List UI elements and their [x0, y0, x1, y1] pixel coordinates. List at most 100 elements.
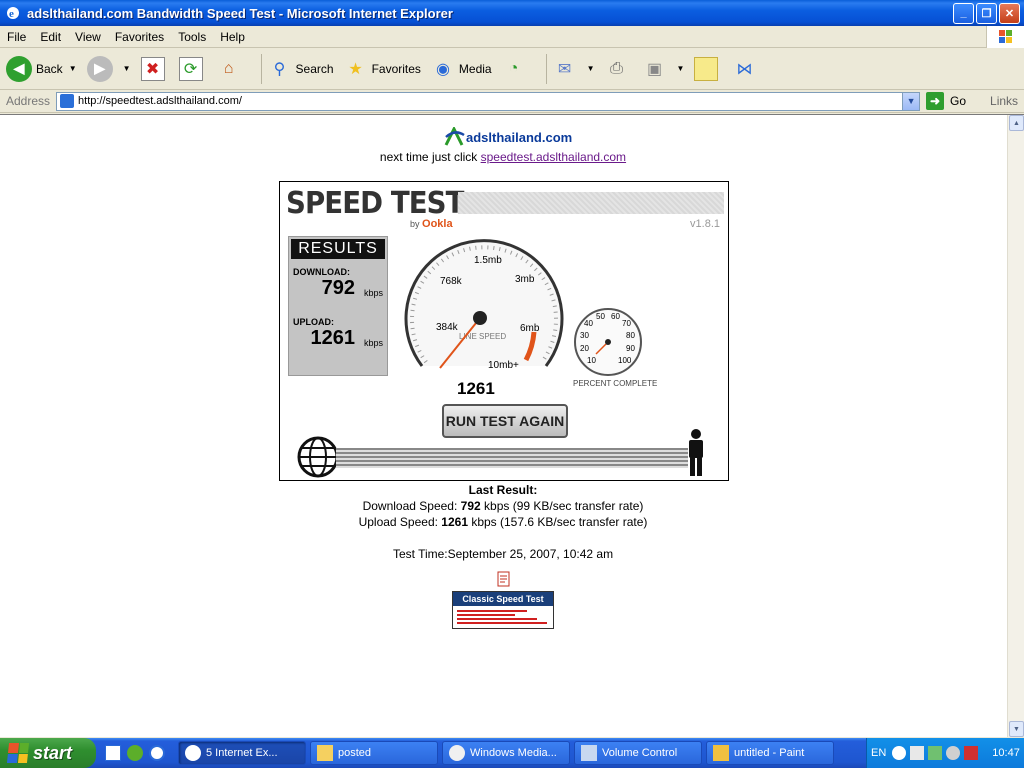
upload-speed-suffix: kbps (157.6 KB/sec transfer rate)	[468, 515, 648, 529]
links-button[interactable]: Links	[990, 94, 1018, 108]
browser-viewport: adslthailand.com next time just click sp…	[0, 114, 1024, 737]
page-icon	[60, 94, 75, 108]
tray-expand-icon[interactable]	[892, 746, 907, 760]
gauge-label-384k: 384k	[436, 322, 459, 333]
standard-toolbar: ◀ Back ▼ ▶ ▼ ✖ ⟳ ⌂ ⚲ Search ★ Favorites …	[0, 48, 1024, 90]
stop-button[interactable]: ✖	[140, 56, 169, 81]
menu-help[interactable]: Help	[213, 30, 252, 44]
back-dropdown-icon[interactable]: ▼	[69, 64, 77, 73]
taskbar-item-volume-control[interactable]: Volume Control	[574, 741, 702, 765]
vertical-scrollbar[interactable]: ▲ ▼	[1007, 115, 1024, 737]
version-label: v1.8.1	[690, 218, 720, 230]
go-arrow-icon: ➜	[926, 92, 945, 110]
home-button[interactable]: ⌂	[217, 57, 245, 81]
edit-button[interactable]: ▣ ▼	[643, 57, 685, 81]
maximize-button[interactable]: ❐	[976, 2, 997, 24]
percent-label-50: 50	[596, 312, 605, 321]
scroll-down-icon[interactable]: ▼	[1009, 721, 1024, 737]
gauge-label-6mb: 6mb	[520, 323, 540, 334]
classic-speed-test-label: Classic Speed Test	[453, 592, 553, 606]
taskbar-item-paint[interactable]: untitled - Paint	[706, 741, 834, 765]
file-icon[interactable]	[496, 571, 512, 587]
adsl-logo-icon	[444, 127, 465, 146]
percent-label-20: 20	[580, 344, 589, 353]
forward-dropdown-icon[interactable]: ▼	[123, 64, 131, 73]
address-bar: Address http://speedtest.adslthailand.co…	[0, 90, 1024, 113]
clock[interactable]: 10:47	[992, 747, 1020, 759]
history-icon: ◔	[508, 59, 519, 77]
edit-dropdown-icon[interactable]: ▼	[677, 64, 685, 73]
address-label: Address	[6, 94, 51, 108]
address-dropdown-icon[interactable]: ▼	[902, 92, 920, 110]
task-label: Windows Media...	[470, 747, 557, 759]
messenger-button[interactable]: ⋈	[732, 57, 760, 81]
menu-file[interactable]: File	[0, 30, 33, 44]
gauge-reading: 1261	[457, 379, 495, 398]
tray-speaker-icon[interactable]	[946, 746, 961, 760]
mail-dropdown-icon[interactable]: ▼	[587, 64, 595, 73]
media-button[interactable]: ◉ Media	[431, 57, 492, 81]
history-button[interactable]: ◔	[502, 57, 530, 81]
refresh-button[interactable]: ⟳	[178, 56, 207, 81]
taskbar-item-internet-explorer[interactable]: 5 Internet Ex...	[178, 741, 306, 765]
upload-speed-prefix: Upload Speed:	[358, 515, 442, 529]
start-button[interactable]: start	[0, 738, 96, 768]
globe-icon	[297, 436, 339, 478]
speedtest-link[interactable]: speedtest.adslthailand.com	[481, 150, 626, 164]
refresh-icon: ⟳	[178, 56, 203, 81]
tray-network-icon[interactable]	[910, 746, 925, 760]
upload-label: UPLOAD:	[293, 317, 334, 327]
forward-button[interactable]: ▶ ▼	[86, 55, 131, 82]
media-label: Media	[458, 61, 492, 76]
percent-label-100: 100	[618, 356, 632, 365]
windows-flag-icon	[6, 743, 30, 763]
percent-needle-hub	[605, 339, 611, 345]
progress-header-bar	[458, 192, 724, 214]
quick-launch-ie-icon[interactable]	[149, 745, 165, 761]
home-icon: ⌂	[223, 59, 234, 77]
taskbar-item-posted[interactable]: posted	[310, 741, 438, 765]
quick-launch-windows-icon[interactable]	[127, 745, 143, 761]
menu-favorites[interactable]: Favorites	[108, 30, 171, 44]
run-test-again-button[interactable]: RUN TEST AGAIN	[442, 404, 568, 438]
star-icon: ★	[348, 60, 363, 78]
minimize-button[interactable]: _	[953, 2, 974, 24]
go-button[interactable]: ➜ Go	[926, 92, 966, 110]
media-globe-icon: ◉	[435, 60, 450, 78]
task-label: posted	[338, 747, 372, 759]
printer-icon: ⎙	[610, 59, 623, 77]
download-label: DOWNLOAD:	[293, 267, 350, 277]
tray-security-icon[interactable]	[964, 746, 979, 760]
address-input[interactable]: http://speedtest.adslthailand.com/ ▼	[56, 91, 921, 111]
classic-speed-test-bars	[457, 610, 547, 624]
toolbar-separator	[260, 53, 262, 84]
close-button[interactable]: ✕	[999, 2, 1020, 24]
tray-app-icon[interactable]	[928, 746, 943, 760]
mail-button[interactable]: ✉ ▼	[553, 57, 595, 81]
quick-launch-app-icon[interactable]	[105, 745, 121, 761]
menu-view[interactable]: View	[68, 30, 108, 44]
favorites-button[interactable]: ★ Favorites	[344, 57, 421, 81]
speedtest-byline: by Ookla	[410, 218, 453, 230]
search-button[interactable]: ⚲ Search	[268, 57, 334, 81]
svg-text:e: e	[9, 8, 14, 20]
back-label: Back	[36, 61, 63, 76]
discuss-button[interactable]	[694, 56, 722, 81]
classic-speed-test-banner[interactable]: Classic Speed Test	[452, 591, 554, 629]
taskbar-item-windows-media[interactable]: Windows Media...	[442, 741, 570, 765]
site-logo[interactable]: adslthailand.com	[444, 127, 572, 147]
menu-tools[interactable]: Tools	[171, 30, 213, 44]
stop-icon: ✖	[140, 56, 165, 81]
window-title-bar[interactable]: e adslthailand.com Bandwidth Speed Test …	[0, 0, 1024, 26]
address-url[interactable]: http://speedtest.adslthailand.com/	[78, 95, 242, 107]
print-button[interactable]: ⎙	[605, 57, 633, 81]
volume-control-icon	[581, 745, 597, 761]
back-button[interactable]: ◀ Back ▼	[6, 55, 77, 82]
scroll-up-icon[interactable]: ▲	[1009, 115, 1024, 131]
last-result-section: Last Result: Download Speed: 792 kbps (9…	[0, 482, 1006, 530]
results-panel: RESULTS DOWNLOAD: 792 kbps UPLOAD: 1261 …	[288, 236, 388, 376]
windows-logo-icon	[986, 26, 1024, 48]
language-indicator[interactable]: EN	[871, 747, 886, 759]
menu-edit[interactable]: Edit	[33, 30, 68, 44]
percent-label-30: 30	[580, 331, 589, 340]
